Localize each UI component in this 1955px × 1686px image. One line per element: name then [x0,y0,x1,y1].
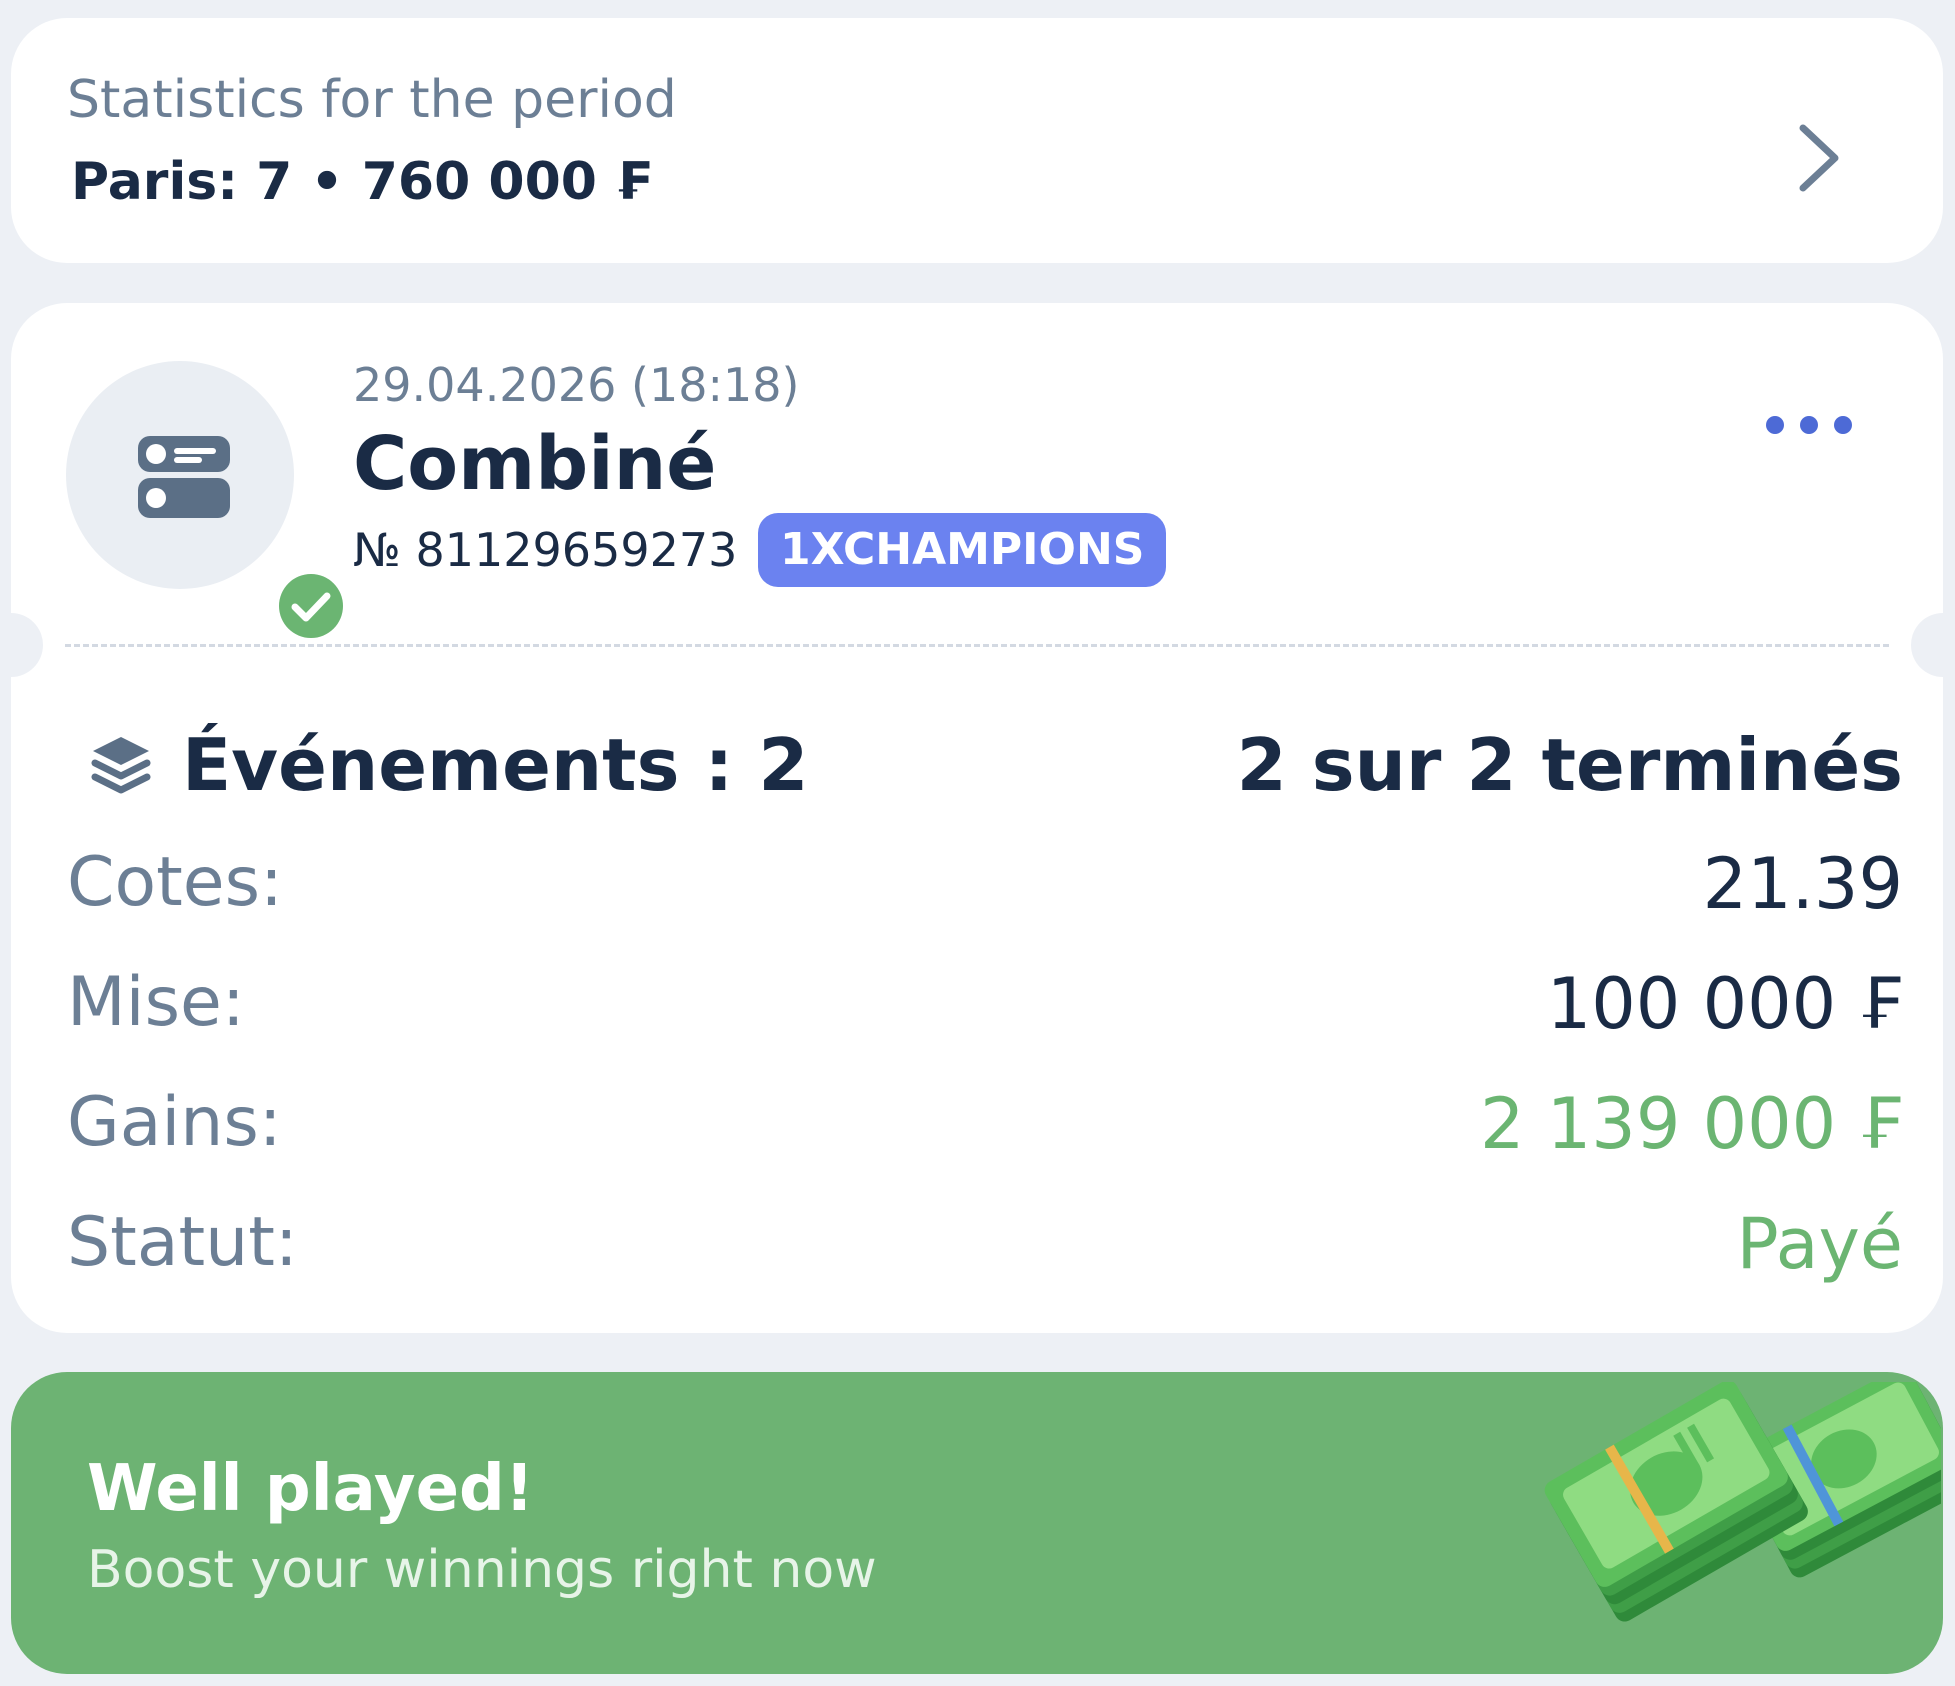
events-count-label: Événements : 2 [182,723,809,807]
status-label: Statut: [67,1203,298,1282]
bet-source-badge: 1XCHAMPIONS [758,513,1167,587]
bet-card: 29.04.2026 (18:18) Combiné № 81129659273… [0,303,1955,1333]
check-circle-icon [273,568,349,644]
stake-row: Mise: 100 000 ₣ [67,963,1903,1063]
status-row: Statut: Payé [67,1203,1903,1303]
bet-date: 29.04.2026 (18:18) [353,358,800,412]
more-horizontal-icon[interactable] [1759,405,1859,445]
ticket-notch-right [1911,613,1955,677]
odds-row: Cotes: 21.39 [67,843,1903,943]
events-row: Événements : 2 2 sur 2 terminés [67,723,1903,823]
promo-subtitle: Boost your winnings right now [87,1540,877,1600]
bet-type-title: Combiné [353,421,717,507]
winnings-row: Gains: 2 139 000 ₣ [67,1083,1903,1183]
money-stack-icon [1544,1382,1941,1622]
odds-value: 21.39 [1702,843,1903,925]
stake-value: 100 000 ₣ [1546,963,1903,1045]
promo-title: Well played! [87,1452,534,1526]
period-statistics-value: Paris: 7 • 760 000 ₣ [71,152,652,212]
combo-bet-icon [138,436,230,518]
events-completion-status: 2 sur 2 terminés [1236,723,1903,807]
layers-icon [91,737,151,794]
ticket-notch-left [0,613,43,677]
period-statistics-card[interactable]: Statistics for the period Paris: 7 • 760… [11,18,1943,263]
bet-type-avatar [66,361,349,644]
bet-number: № 81129659273 [353,523,738,577]
winnings-value: 2 139 000 ₣ [1479,1083,1903,1165]
chevron-right-icon[interactable] [1789,118,1849,198]
odds-label: Cotes: [67,843,283,922]
boost-winnings-banner[interactable]: Well played! Boost your winnings right n… [11,1372,1943,1674]
stake-label: Mise: [67,963,245,1042]
ticket-divider [65,644,1889,647]
status-value: Payé [1736,1203,1903,1285]
winnings-label: Gains: [67,1083,282,1162]
period-statistics-title: Statistics for the period [67,70,677,130]
